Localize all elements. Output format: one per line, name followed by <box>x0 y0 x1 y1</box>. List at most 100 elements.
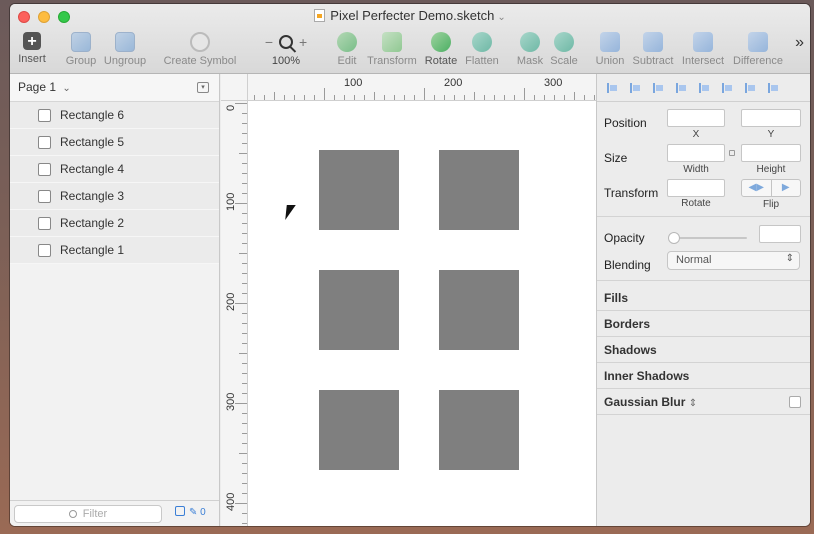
ruler-tick <box>254 95 255 100</box>
align-middle-icon[interactable] <box>745 82 757 93</box>
ruler-tick <box>424 88 425 100</box>
gaussian-blur-section-header[interactable]: Gaussian Blur ⇕ <box>604 395 697 409</box>
rectangle-5[interactable] <box>439 150 519 230</box>
layer-item[interactable]: Rectangle 5 <box>10 129 219 156</box>
flip-vertical-icon[interactable]: ▶ <box>772 180 801 196</box>
rotate-button[interactable]: Rotate <box>424 32 458 67</box>
blending-select[interactable]: Normal ⇕ <box>667 251 800 270</box>
up-down-chevron-icon: ⇕ <box>688 398 698 409</box>
ruler-label: 400 <box>225 492 237 511</box>
distribute-vertical-icon[interactable] <box>630 82 642 93</box>
ruler-label: 200 <box>444 77 463 89</box>
layer-item[interactable]: Rectangle 4 <box>10 156 219 183</box>
transform-icon <box>382 32 402 52</box>
ruler-tick <box>584 95 585 100</box>
toolbar: Pixel Perfecter Demo.sketch ⌄ + Insert Gr… <box>10 4 810 74</box>
difference-button[interactable]: Difference <box>732 32 784 67</box>
symbols-filter-icon[interactable] <box>175 506 185 516</box>
rectangle-4[interactable] <box>319 270 399 350</box>
ruler-corner <box>221 74 248 101</box>
page-selector[interactable]: Page 1 ⌄ ▾ <box>10 74 219 102</box>
divider <box>597 388 810 389</box>
y-input[interactable] <box>741 109 801 127</box>
align-bottom-icon[interactable] <box>768 82 780 93</box>
layer-item[interactable]: Rectangle 1 <box>10 237 219 264</box>
zoom-in-button[interactable]: + <box>299 34 307 50</box>
ungroup-button[interactable]: Ungroup <box>102 32 148 67</box>
canvas[interactable] <box>248 101 596 526</box>
inner-shadows-section-header[interactable]: Inner Shadows <box>604 369 689 383</box>
divider <box>597 310 810 311</box>
transform-label: Transform <box>604 186 659 200</box>
flip-caption: Flip <box>762 199 780 210</box>
intersect-button[interactable]: Intersect <box>680 32 726 67</box>
rectangle-2[interactable] <box>319 390 399 470</box>
transform-button[interactable]: Transform <box>366 32 418 67</box>
horizontal-ruler[interactable]: 100 200 300 <box>221 74 596 101</box>
rotate-input[interactable] <box>667 179 725 197</box>
flatten-button[interactable]: Flatten <box>464 32 500 67</box>
align-left-icon[interactable] <box>653 82 665 93</box>
ruler-tick <box>414 95 415 100</box>
zoom-out-button[interactable]: − <box>265 34 273 50</box>
rectangle-3[interactable] <box>439 270 519 350</box>
edit-button[interactable]: Edit <box>334 32 360 67</box>
ruler-tick <box>242 513 247 514</box>
blending-value: Normal <box>676 254 712 266</box>
ruler-tick <box>474 92 475 100</box>
union-button[interactable]: Union <box>595 32 625 67</box>
divider <box>597 336 810 337</box>
insert-button[interactable]: + Insert <box>14 32 50 65</box>
ruler-tick <box>239 353 247 354</box>
align-top-icon[interactable] <box>722 82 734 93</box>
ungroup-icon <box>115 32 135 52</box>
ruler-tick <box>334 95 335 100</box>
window-title[interactable]: Pixel Perfecter Demo.sketch ⌄ <box>10 8 810 23</box>
vertical-ruler[interactable]: 0 100 200 300 400 <box>221 101 248 526</box>
ruler-tick <box>242 433 247 434</box>
group-button[interactable]: Group <box>64 32 98 67</box>
rectangle-6[interactable] <box>319 150 399 230</box>
flip-horizontal-icon[interactable]: ◀▶ <box>742 180 772 196</box>
collapse-pages-icon[interactable]: ▾ <box>197 82 209 93</box>
ruler-tick <box>294 95 295 100</box>
ruler-tick <box>235 403 247 404</box>
ruler-tick <box>554 95 555 100</box>
ruler-tick <box>494 95 495 100</box>
ruler-tick <box>274 92 275 100</box>
layer-item[interactable]: Rectangle 6 <box>10 102 219 129</box>
create-symbol-button[interactable]: Create Symbol <box>163 32 237 67</box>
edit-icon <box>337 32 357 52</box>
distribute-horizontal-icon[interactable] <box>607 82 619 93</box>
height-input[interactable] <box>741 144 801 162</box>
magnifier-icon[interactable] <box>279 35 293 49</box>
ruler-tick <box>235 103 247 104</box>
align-center-icon[interactable] <box>676 82 688 93</box>
align-right-icon[interactable] <box>699 82 711 93</box>
width-input[interactable] <box>667 144 725 162</box>
ruler-tick <box>242 323 247 324</box>
union-label: Union <box>595 55 625 67</box>
slice-filter-icon[interactable]: ✎ <box>189 507 197 518</box>
scale-button[interactable]: Scale <box>549 32 579 67</box>
filter-input[interactable]: Filter <box>14 505 162 523</box>
borders-section-header[interactable]: Borders <box>604 317 650 331</box>
ruler-tick <box>242 393 247 394</box>
ruler-label: 100 <box>344 77 363 89</box>
toolbar-overflow-button[interactable]: » <box>795 34 804 52</box>
layer-item[interactable]: Rectangle 2 <box>10 210 219 237</box>
opacity-slider-handle[interactable] <box>668 232 680 244</box>
mask-button[interactable]: Mask <box>515 32 545 67</box>
fills-section-header[interactable]: Fills <box>604 291 628 305</box>
layer-item[interactable]: Rectangle 3 <box>10 183 219 210</box>
gaussian-blur-checkbox[interactable] <box>789 396 801 408</box>
x-input[interactable] <box>667 109 725 127</box>
rectangle-shape-icon <box>38 243 51 257</box>
shadows-section-header[interactable]: Shadows <box>604 343 657 357</box>
subtract-button[interactable]: Subtract <box>631 32 675 67</box>
rectangle-1[interactable] <box>439 390 519 470</box>
plus-icon: + <box>23 32 41 50</box>
lock-icon[interactable] <box>729 150 735 156</box>
opacity-input[interactable] <box>759 225 801 243</box>
opacity-slider-track[interactable] <box>673 237 747 239</box>
